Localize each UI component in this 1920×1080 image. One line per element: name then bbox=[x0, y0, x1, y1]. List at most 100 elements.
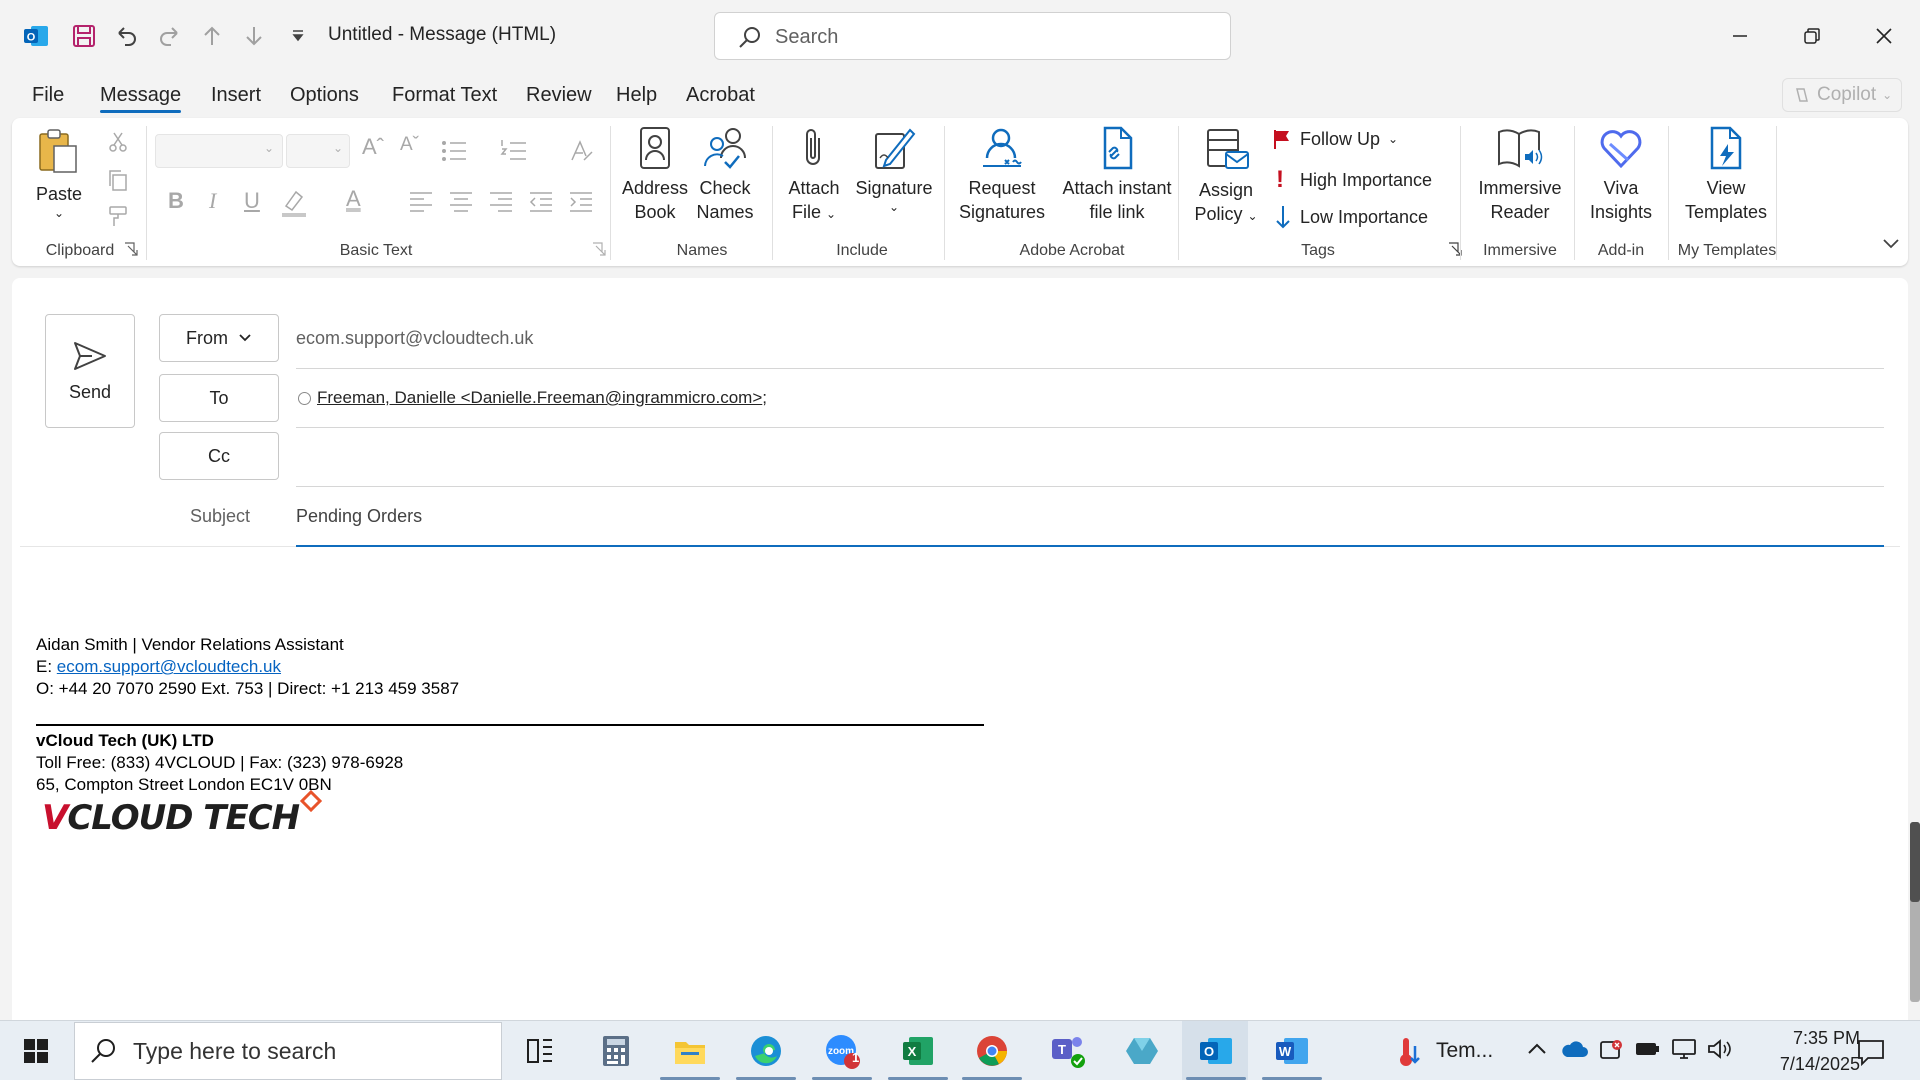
remote-app-icon[interactable] bbox=[1122, 1031, 1162, 1071]
tab-insert[interactable]: Insert bbox=[211, 84, 261, 107]
next-item-icon[interactable] bbox=[238, 20, 270, 52]
numbering-icon[interactable] bbox=[500, 138, 528, 164]
task-view-icon[interactable] bbox=[520, 1031, 560, 1071]
immersive-reader-button[interactable]: Immersive Reader bbox=[1472, 126, 1568, 224]
format-painter-icon[interactable] bbox=[106, 204, 130, 228]
align-center-icon[interactable] bbox=[448, 190, 474, 214]
tab-options[interactable]: Options bbox=[290, 84, 359, 107]
weather-label[interactable]: Tem... bbox=[1436, 1039, 1493, 1063]
excel-app-icon[interactable]: X bbox=[898, 1031, 938, 1071]
clipboard-dialog-launcher-icon[interactable] bbox=[124, 242, 138, 256]
view-templates-button[interactable]: View Templates bbox=[1678, 126, 1774, 224]
cut-icon[interactable] bbox=[106, 130, 130, 154]
field-divider bbox=[296, 368, 1884, 369]
bullets-icon[interactable] bbox=[440, 138, 468, 164]
save-icon[interactable] bbox=[68, 20, 100, 52]
edge-app-icon[interactable] bbox=[746, 1031, 786, 1071]
low-importance-button[interactable]: Low Importance bbox=[1274, 204, 1428, 230]
previous-item-icon[interactable] bbox=[196, 20, 228, 52]
font-color-icon[interactable]: A bbox=[346, 186, 361, 212]
assign-policy-label-2: Policy bbox=[1194, 204, 1243, 224]
close-button[interactable] bbox=[1864, 18, 1904, 54]
cc-label: Cc bbox=[208, 445, 230, 466]
clear-formatting-icon[interactable] bbox=[568, 138, 594, 164]
high-importance-button[interactable]: ! High Importance bbox=[1276, 166, 1432, 194]
paste-button[interactable]: Paste ⌄ bbox=[36, 126, 82, 220]
subject-input[interactable]: Pending Orders bbox=[296, 506, 422, 527]
undo-icon[interactable] bbox=[110, 20, 142, 52]
basic-text-dialog-launcher-icon[interactable] bbox=[592, 242, 606, 256]
file-explorer-app-icon[interactable] bbox=[670, 1031, 710, 1071]
bold-icon[interactable]: B bbox=[168, 188, 184, 214]
recipient-chip[interactable]: Freeman, Danielle <Danielle.Freeman@ingr… bbox=[317, 388, 762, 408]
tab-acrobat[interactable]: Acrobat bbox=[686, 84, 755, 107]
restore-button[interactable] bbox=[1792, 18, 1832, 54]
system-clock[interactable]: 7:35 PM 7/14/2025 bbox=[1740, 1025, 1860, 1077]
volume-icon[interactable] bbox=[1706, 1037, 1734, 1061]
viva-insights-button[interactable]: Viva Insights bbox=[1584, 126, 1658, 224]
tab-file[interactable]: File bbox=[32, 84, 64, 107]
onedrive-cloud-icon[interactable] bbox=[1560, 1039, 1588, 1059]
request-signatures-button[interactable]: Request Signatures bbox=[957, 126, 1047, 224]
ribbon-expand-chevron-icon[interactable] bbox=[1882, 236, 1900, 250]
align-left-icon[interactable] bbox=[408, 190, 434, 214]
show-hidden-icons-chevron-icon[interactable] bbox=[1526, 1041, 1548, 1057]
ribbon: Paste ⌄ Clipboard ⌄ ⌄ Aˆ Aˇ B I U A Basi… bbox=[12, 118, 1908, 266]
font-name-combo[interactable]: ⌄ bbox=[155, 134, 283, 168]
chrome-app-icon[interactable] bbox=[972, 1031, 1012, 1071]
redo-icon[interactable] bbox=[154, 20, 186, 52]
tab-format-text[interactable]: Format Text bbox=[392, 84, 497, 107]
title-search-box[interactable]: Search bbox=[714, 12, 1231, 60]
weather-temperature-icon[interactable] bbox=[1388, 1031, 1428, 1071]
network-icon[interactable] bbox=[1670, 1037, 1698, 1061]
notifications-icon[interactable] bbox=[1856, 1037, 1886, 1067]
send-button[interactable]: Send bbox=[45, 314, 135, 428]
zoom-app-icon[interactable]: zoom 1 bbox=[822, 1031, 862, 1071]
copilot-button[interactable]: Copilot ⌄ bbox=[1782, 78, 1902, 112]
attach-file-button[interactable]: Attach File ⌄ bbox=[784, 126, 844, 226]
to-field[interactable]: Freeman, Danielle <Danielle.Freeman@ingr… bbox=[298, 388, 767, 408]
group-label-include: Include bbox=[836, 242, 888, 259]
cc-button[interactable]: Cc bbox=[159, 432, 279, 480]
svg-text:O: O bbox=[27, 32, 36, 44]
copy-icon[interactable] bbox=[106, 168, 130, 192]
assign-policy-button[interactable]: Assign Policy ⌄ bbox=[1190, 126, 1262, 228]
from-button[interactable]: From bbox=[159, 314, 279, 362]
scrollbar-thumb[interactable] bbox=[1910, 822, 1920, 902]
increase-font-size-icon[interactable]: Aˆ bbox=[362, 134, 384, 160]
cc-input[interactable] bbox=[296, 438, 1884, 478]
word-app-icon[interactable]: W bbox=[1272, 1031, 1312, 1071]
security-alert-icon[interactable] bbox=[1598, 1037, 1624, 1063]
check-names-button[interactable]: Check Names bbox=[694, 126, 756, 224]
align-right-icon[interactable] bbox=[488, 190, 514, 214]
font-size-combo[interactable]: ⌄ bbox=[286, 134, 350, 168]
tab-message[interactable]: Message bbox=[100, 84, 182, 113]
signature-email-link[interactable]: ecom.support@vcloudtech.uk bbox=[57, 657, 281, 676]
attach-instant-file-link-button[interactable]: Attach instant file link bbox=[1052, 126, 1182, 224]
windows-start-icon[interactable] bbox=[16, 1031, 56, 1071]
battery-icon[interactable] bbox=[1634, 1039, 1660, 1059]
signature-button[interactable]: Signature ⌄ bbox=[854, 126, 934, 214]
italic-icon[interactable]: I bbox=[209, 188, 216, 214]
teams-app-icon[interactable]: T bbox=[1048, 1031, 1088, 1071]
decrease-indent-icon[interactable] bbox=[528, 190, 554, 214]
outlook-app-icon[interactable]: O bbox=[20, 20, 52, 52]
copilot-label: Copilot bbox=[1817, 84, 1877, 105]
decrease-font-size-icon[interactable]: Aˇ bbox=[400, 134, 419, 156]
minimize-button[interactable] bbox=[1720, 18, 1760, 54]
underline-icon[interactable]: U bbox=[244, 188, 260, 214]
calculator-app-icon[interactable] bbox=[596, 1031, 636, 1071]
compose-pane: Send From ecom.support@vcloudtech.uk To … bbox=[12, 278, 1908, 1020]
logo-cloud-mark-icon bbox=[300, 790, 322, 812]
highlight-icon[interactable] bbox=[280, 188, 310, 218]
increase-indent-icon[interactable] bbox=[568, 190, 594, 214]
outlook-taskbar-icon[interactable]: O bbox=[1196, 1031, 1236, 1071]
follow-up-button[interactable]: Follow Up ⌄ bbox=[1272, 128, 1398, 150]
to-button[interactable]: To bbox=[159, 374, 279, 422]
tab-help[interactable]: Help bbox=[616, 84, 657, 107]
customize-toolbar-icon[interactable] bbox=[282, 20, 314, 52]
taskbar-search-box[interactable]: Type here to search bbox=[74, 1022, 502, 1080]
tab-review[interactable]: Review bbox=[526, 84, 592, 107]
address-book-button[interactable]: Address Book bbox=[622, 126, 688, 224]
paste-label: Paste bbox=[36, 184, 83, 204]
